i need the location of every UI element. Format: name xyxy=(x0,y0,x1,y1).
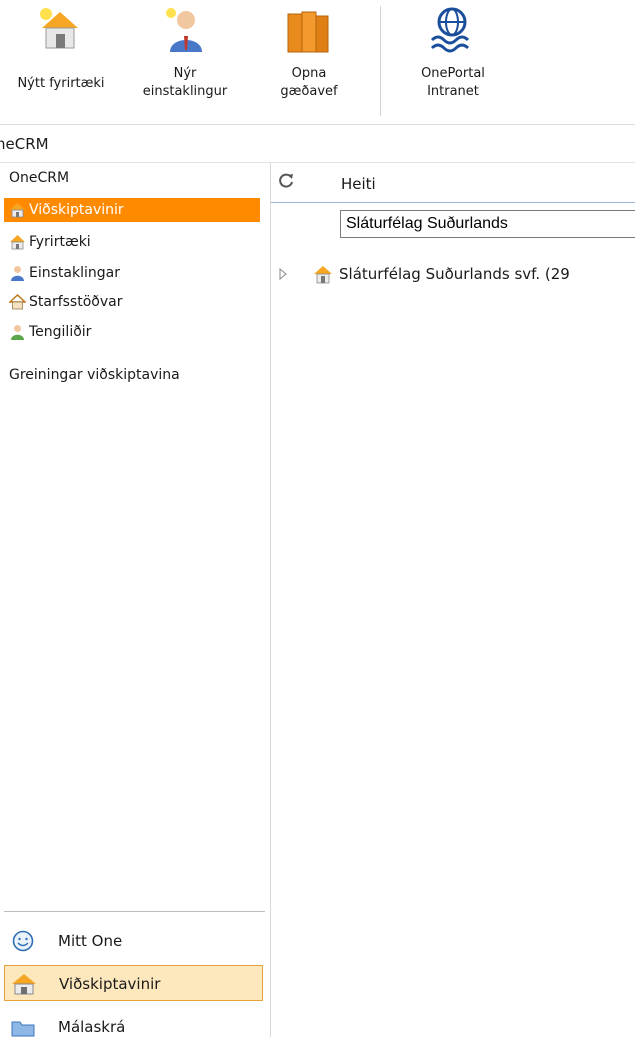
globe-waves-icon xyxy=(430,7,470,53)
nav-item-customers[interactable]: Viðskiptavinir xyxy=(4,198,260,222)
nav-item-label: Starfsstöðvar xyxy=(29,294,123,310)
ribbon-divider xyxy=(0,124,635,125)
house-icon xyxy=(10,235,25,250)
folder-icon xyxy=(11,1021,35,1037)
table-row[interactable]: Sláturfélag Suðurlands svf. (29 xyxy=(271,260,635,288)
refresh-icon[interactable] xyxy=(277,172,295,190)
nav-item-companies[interactable]: Fyrirtæki xyxy=(4,230,260,254)
nav-bottom-customers[interactable]: Viðskiptavinir xyxy=(4,965,263,1001)
oneportal-intranet-label: OnePortal Intranet xyxy=(421,66,485,99)
nav-section-customer-analysis[interactable]: Greiningar viðskiptavina xyxy=(9,367,180,383)
column-header-name[interactable]: Heiti xyxy=(341,175,376,193)
house-icon xyxy=(314,266,332,284)
app-title: neCRM xyxy=(0,135,49,153)
nav-bottom-label: Málaskrá xyxy=(58,1018,126,1036)
nav-bottom-label: Mitt One xyxy=(58,932,123,950)
new-company-icon xyxy=(40,8,78,49)
navigation-pane: OneCRM Viðskiptavinir Fyrirtæki Einstakl… xyxy=(0,163,270,1037)
ribbon-toolbar: Nýtt fyrirtæki Nýr einstaklingur Opna gæ… xyxy=(0,0,635,124)
nav-item-individuals[interactable]: Einstaklingar xyxy=(4,261,260,285)
new-person-label: Nýr einstaklingur xyxy=(142,66,228,99)
new-company-label: Nýtt fyrirtæki xyxy=(17,76,105,91)
person-icon xyxy=(11,266,24,281)
new-person-icon xyxy=(166,8,202,52)
smiley-icon xyxy=(12,930,34,952)
ribbon-separator xyxy=(380,6,381,116)
books-icon xyxy=(287,11,329,53)
pane-splitter[interactable] xyxy=(270,163,271,1037)
house-icon xyxy=(10,203,25,218)
nav-bottom-label: Viðskiptavinir xyxy=(59,975,161,993)
open-quality-web-button[interactable]: Opna gæðavef xyxy=(250,0,368,122)
open-quality-web-label: Opna gæðavef xyxy=(280,66,338,99)
nav-item-label: Viðskiptavinir xyxy=(29,202,124,218)
name-filter-input[interactable] xyxy=(340,210,635,238)
nav-item-stations[interactable]: Starfsstöðvar xyxy=(4,290,260,314)
nav-item-label: Tengiliðir xyxy=(29,324,92,340)
row-name-cell: Sláturfélag Suðurlands svf. (29 xyxy=(339,265,570,283)
small-house-icon xyxy=(9,294,26,310)
nav-bottom-my-one[interactable]: Mitt One xyxy=(4,923,263,959)
header-divider xyxy=(271,202,635,203)
nav-bottom-case-registry[interactable]: Málaskrá xyxy=(4,1009,263,1045)
new-company-button[interactable]: Nýtt fyrirtæki xyxy=(2,0,120,122)
contact-person-icon xyxy=(11,325,24,340)
house-icon xyxy=(12,974,36,995)
nav-bottom-divider xyxy=(4,911,265,912)
nav-root-label: OneCRM xyxy=(9,170,70,186)
nav-item-contacts[interactable]: Tengiliðir xyxy=(4,320,260,344)
oneportal-intranet-button[interactable]: OnePortal Intranet xyxy=(392,0,514,122)
nav-item-label: Fyrirtæki xyxy=(29,234,91,250)
new-person-button[interactable]: Nýr einstaklingur xyxy=(120,0,250,122)
expand-arrow-icon[interactable] xyxy=(277,267,289,281)
nav-item-label: Einstaklingar xyxy=(29,265,120,281)
